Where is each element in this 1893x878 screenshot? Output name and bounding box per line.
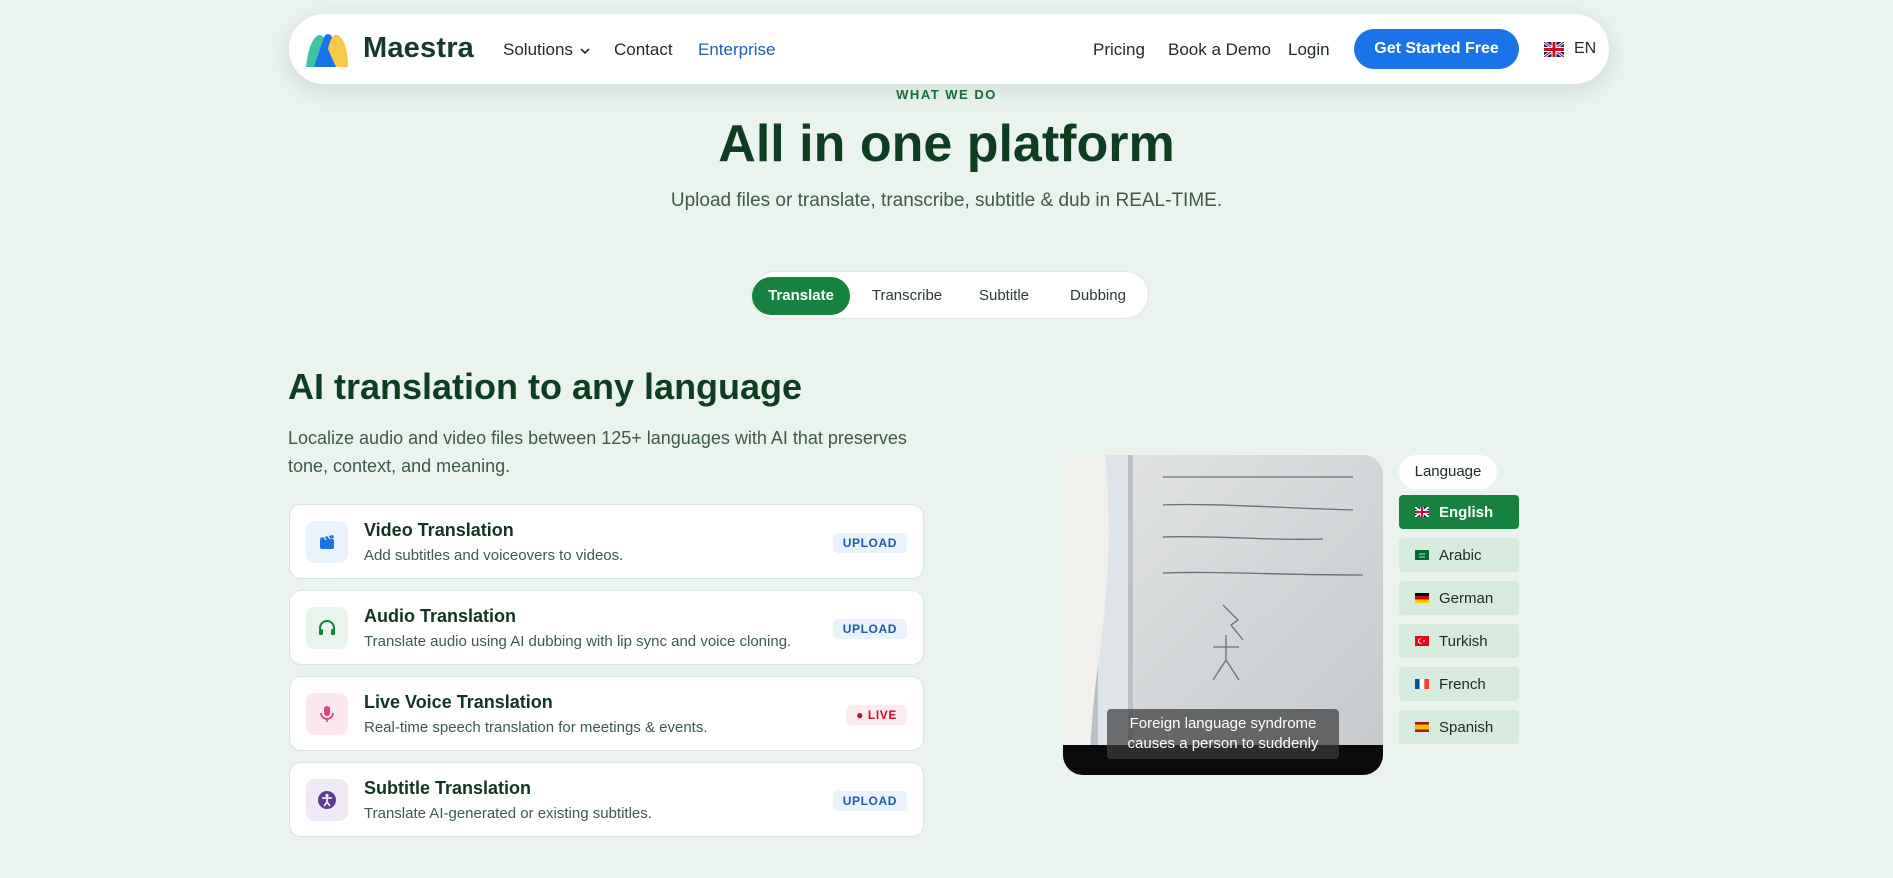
section-title: AI translation to any language bbox=[288, 366, 803, 407]
language-switcher[interactable]: EN bbox=[1544, 40, 1596, 58]
language-panel-header: Language bbox=[1399, 455, 1497, 489]
language-option-spanish[interactable]: Spanish bbox=[1399, 710, 1519, 744]
microphone-icon bbox=[306, 693, 348, 735]
caption-line-1: Foreign language syndrome bbox=[1129, 715, 1317, 732]
tab-dubbing[interactable]: Dubbing bbox=[1052, 277, 1144, 315]
video-translation-card[interactable]: Video Translation Add subtitles and voic… bbox=[289, 504, 924, 579]
language-option-german[interactable]: German bbox=[1399, 581, 1519, 615]
hero-title: All in one platform bbox=[718, 115, 1175, 173]
card-subtitle: Translate AI-generated or existing subti… bbox=[364, 805, 652, 822]
card-title: Subtitle Translation bbox=[364, 778, 532, 798]
card-title: Live Voice Translation bbox=[364, 692, 553, 712]
subtitle-translation-card[interactable]: Subtitle Translation Translate AI-genera… bbox=[289, 762, 924, 837]
get-started-button[interactable]: Get Started Free bbox=[1354, 29, 1519, 69]
card-subtitle: Add subtitles and voiceovers to videos. bbox=[364, 547, 624, 564]
tab-transcribe[interactable]: Transcribe bbox=[857, 277, 957, 315]
nav-book-demo-link[interactable]: Book a Demo bbox=[1168, 40, 1271, 60]
language-label: Arabic bbox=[1439, 546, 1482, 564]
language-option-french[interactable]: French bbox=[1399, 667, 1519, 701]
uk-flag-icon bbox=[1415, 507, 1429, 517]
chevron-down-icon bbox=[580, 47, 590, 54]
nav-solutions-label: Solutions bbox=[503, 40, 573, 59]
live-voice-translation-card[interactable]: Live Voice Translation Real-time speech … bbox=[289, 676, 924, 751]
video-caption: Foreign language syndrome causes a perso… bbox=[1107, 709, 1339, 759]
section-eyebrow: WHAT WE DO bbox=[896, 87, 997, 102]
feature-tabs: Translate Transcribe Subtitle Dubbing bbox=[751, 271, 1149, 319]
language-option-english[interactable]: English bbox=[1399, 495, 1519, 529]
french-flag-icon bbox=[1415, 679, 1429, 689]
spanish-flag-icon bbox=[1415, 722, 1429, 732]
language-label: Turkish bbox=[1439, 632, 1488, 650]
card-title: Video Translation bbox=[364, 520, 514, 540]
turkish-flag-icon bbox=[1415, 636, 1429, 646]
nav-login-link[interactable]: Login bbox=[1288, 40, 1330, 60]
language-label: English bbox=[1439, 503, 1494, 521]
section-description: Localize audio and video files between 1… bbox=[288, 428, 907, 476]
upload-badge[interactable]: UPLOAD bbox=[832, 619, 907, 639]
card-title: Audio Translation bbox=[364, 606, 517, 626]
clapperboard-icon bbox=[306, 521, 348, 563]
nav-pricing-link[interactable]: Pricing bbox=[1093, 40, 1145, 60]
upload-badge[interactable]: UPLOAD bbox=[832, 791, 907, 811]
language-label: Spanish bbox=[1439, 718, 1494, 736]
top-navbar: Maestra Solutions Contact Enterprise Pri… bbox=[289, 14, 1609, 84]
demo-video[interactable]: Foreign language syndrome causes a perso… bbox=[1063, 455, 1383, 775]
live-badge[interactable]: ● LIVE bbox=[846, 705, 907, 725]
saudi-flag-icon bbox=[1415, 550, 1429, 560]
audio-translation-card[interactable]: Audio Translation Translate audio using … bbox=[289, 590, 924, 665]
language-option-turkish[interactable]: Turkish bbox=[1399, 624, 1519, 658]
upload-badge[interactable]: UPLOAD bbox=[832, 533, 907, 553]
nav-enterprise-link[interactable]: Enterprise bbox=[698, 40, 775, 60]
language-label: German bbox=[1439, 589, 1494, 607]
brand-name[interactable]: Maestra bbox=[363, 32, 474, 65]
language-label: French bbox=[1439, 675, 1486, 693]
card-subtitle: Real-time speech translation for meeting… bbox=[364, 719, 708, 736]
tab-subtitle[interactable]: Subtitle bbox=[959, 277, 1049, 315]
language-code: EN bbox=[1574, 40, 1597, 57]
tab-translate[interactable]: Translate bbox=[752, 277, 850, 315]
caption-line-2: causes a person to suddenly bbox=[1127, 735, 1319, 752]
german-flag-icon bbox=[1415, 593, 1429, 603]
language-option-arabic[interactable]: Arabic bbox=[1399, 538, 1519, 572]
page: Maestra Solutions Contact Enterprise Pri… bbox=[0, 0, 1893, 878]
headphones-icon bbox=[306, 607, 348, 649]
maestra-logo-icon[interactable] bbox=[304, 29, 350, 69]
accessibility-icon bbox=[306, 779, 348, 821]
nav-contact-link[interactable]: Contact bbox=[614, 40, 673, 60]
card-subtitle: Translate audio using AI dubbing with li… bbox=[364, 633, 792, 650]
hero-subtitle: Upload files or translate, transcribe, s… bbox=[670, 190, 1223, 211]
uk-flag-icon bbox=[1544, 41, 1564, 57]
nav-solutions-dropdown[interactable]: Solutions bbox=[503, 40, 591, 60]
